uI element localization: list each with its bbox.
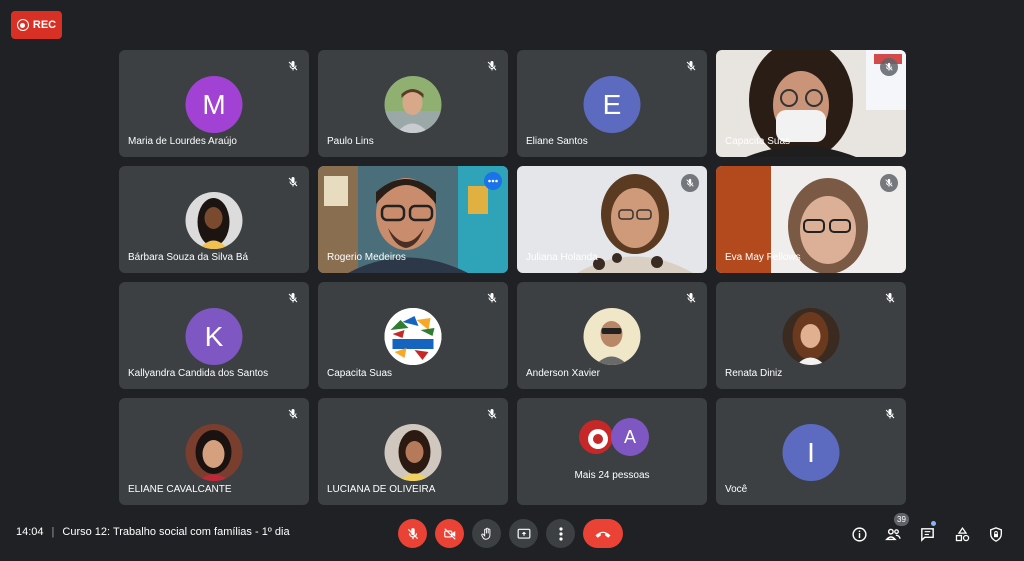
raise-hand-button[interactable] (472, 519, 501, 548)
avatar: A (611, 418, 649, 456)
more-options-icon[interactable] (484, 172, 502, 190)
avatar: K (185, 308, 243, 365)
participant-tile[interactable]: Anderson Xavier (517, 282, 707, 389)
mic-off-icon (285, 290, 301, 306)
participant-grid: M Maria de Lourdes Araújo Paulo Lins E E… (119, 50, 906, 505)
mic-off-icon (882, 406, 898, 422)
participant-tile-active-speaker[interactable]: Rogerio Medeiros (318, 166, 508, 273)
shield-lock-icon (990, 526, 1002, 542)
avatar: M (185, 76, 243, 133)
avatar: E (583, 76, 641, 133)
meeting-info: 14:04 | Curso 12: Trabalho social com fa… (16, 526, 290, 538)
mic-toggle-button[interactable] (398, 519, 427, 548)
activities-button[interactable] (952, 524, 972, 544)
chat-unread-dot (931, 521, 936, 526)
avatar (384, 424, 442, 481)
participant-name: Eliane Santos (526, 136, 588, 147)
avatar (185, 192, 243, 249)
leave-call-button[interactable] (583, 519, 623, 548)
more-vert-icon (558, 526, 563, 541)
participant-name: Bárbara Souza da Silva Bá (128, 252, 249, 263)
participant-name: LUCIANA DE OLIVEIRA (327, 484, 436, 495)
separator: | (51, 526, 55, 538)
more-options-button[interactable] (546, 519, 575, 548)
mic-off-icon (484, 58, 500, 74)
mic-off-icon (683, 58, 699, 74)
meeting-time: 14:04 (16, 526, 44, 538)
participant-name: Anderson Xavier (526, 368, 600, 379)
hangup-icon (595, 531, 611, 538)
participant-tile[interactable]: Juliana Holanda (517, 166, 707, 273)
participant-tile[interactable]: K Kallyandra Candida dos Santos (119, 282, 309, 389)
participant-name: Rogerio Medeiros (327, 252, 406, 263)
participant-tile[interactable]: M Maria de Lourdes Araújo (119, 50, 309, 157)
avatar (384, 76, 442, 133)
people-icon (885, 528, 901, 540)
capacita-suas-logo (384, 308, 442, 365)
participant-name: Juliana Holanda (526, 252, 598, 263)
meeting-details-button[interactable] (849, 524, 869, 544)
more-participants-avatars: A (577, 418, 657, 458)
participants-count-badge: 39 (894, 513, 909, 526)
participant-name: Capacita Suas (327, 368, 393, 379)
mic-off-icon (285, 58, 301, 74)
participant-name: Paulo Lins (327, 136, 374, 147)
hand-icon (480, 527, 490, 540)
participant-tile[interactable]: Capacita Suas (318, 282, 508, 389)
more-participants-tile[interactable]: A Mais 24 pessoas (517, 398, 707, 505)
host-controls-button[interactable] (986, 524, 1006, 544)
participant-tile[interactable]: Bárbara Souza da Silva Bá (119, 166, 309, 273)
mic-off-icon (882, 290, 898, 306)
participant-tile-self[interactable]: I Você (716, 398, 906, 505)
participant-tile[interactable]: Capacita Suas (716, 50, 906, 157)
mic-off-icon (407, 527, 418, 539)
mic-off-icon (484, 406, 500, 422)
camera-toggle-button[interactable] (435, 519, 464, 548)
participant-name: Você (725, 484, 748, 495)
participant-tile[interactable]: Paulo Lins (318, 50, 508, 157)
participant-tile[interactable]: ELIANE CAVALCANTE (119, 398, 309, 505)
avatar (577, 418, 615, 456)
meeting-title: Curso 12: Trabalho social com famílias -… (62, 526, 290, 538)
mic-off-icon (880, 58, 898, 76)
participant-name: Kallyandra Candida dos Santos (128, 368, 269, 379)
avatar (185, 424, 243, 481)
participant-name: Capacita Suas (725, 136, 791, 147)
participant-name: Eva May Fellows (725, 252, 801, 263)
mic-off-icon (683, 290, 699, 306)
participant-tile[interactable]: E Eliane Santos (517, 50, 707, 157)
mic-off-icon (880, 174, 898, 192)
chat-button[interactable] (917, 524, 937, 544)
participant-tile[interactable]: Renata Diniz (716, 282, 906, 389)
present-icon (517, 528, 530, 539)
activities-icon (955, 526, 969, 541)
mic-off-icon (681, 174, 699, 192)
avatar (782, 308, 840, 365)
avatar (583, 308, 641, 365)
info-icon (851, 526, 867, 542)
chat-icon (920, 527, 934, 542)
mic-off-icon (484, 290, 500, 306)
participant-name: Renata Diniz (725, 368, 783, 379)
camera-off-icon (443, 527, 456, 540)
more-participants-label: Mais 24 pessoas (574, 470, 650, 481)
present-screen-button[interactable] (509, 519, 538, 548)
participant-tile[interactable]: Eva May Fellows (716, 166, 906, 273)
record-icon (16, 19, 29, 31)
participant-tile[interactable]: LUCIANA DE OLIVEIRA (318, 398, 508, 505)
recording-label: REC (32, 19, 57, 31)
mic-off-icon (285, 174, 301, 190)
participant-name: ELIANE CAVALCANTE (128, 484, 232, 495)
bottom-toolbar: 14:04 | Curso 12: Trabalho social com fa… (0, 516, 1024, 550)
recording-badge[interactable]: REC (11, 11, 62, 39)
avatar: I (782, 424, 840, 481)
mic-off-icon (285, 406, 301, 422)
participant-name: Maria de Lourdes Araújo (128, 136, 237, 147)
participants-button[interactable] (883, 524, 903, 544)
